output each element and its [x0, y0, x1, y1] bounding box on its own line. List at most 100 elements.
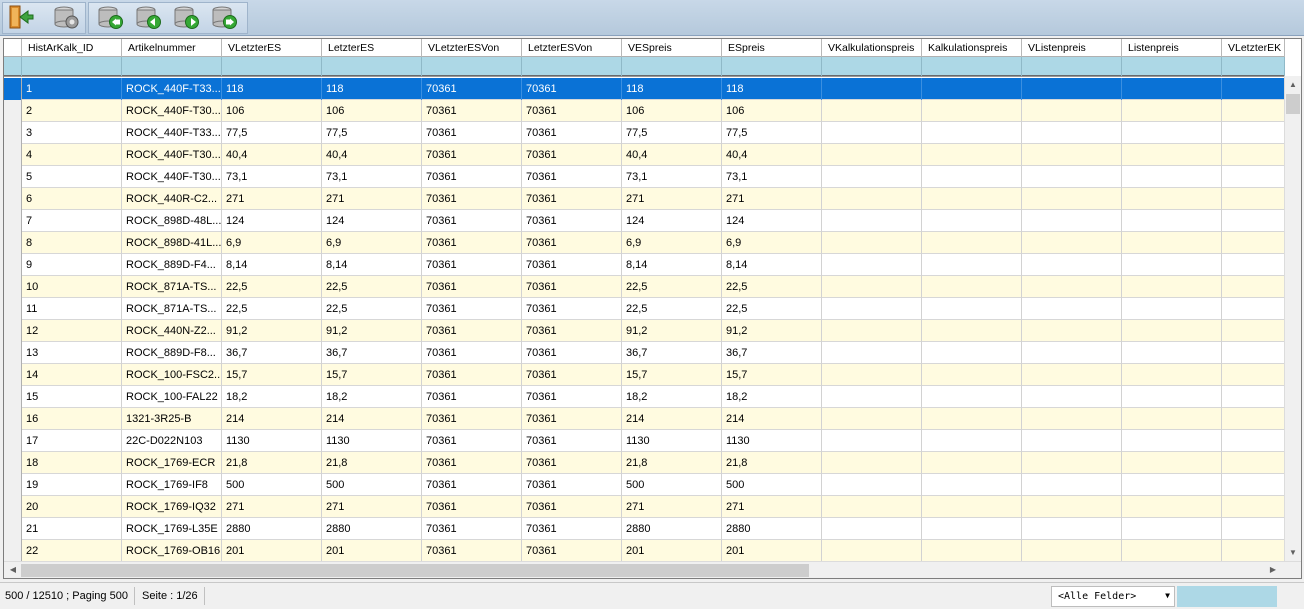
table-row[interactable]: 17 22C-D022N103 1130 1130 70361 70361 1130 1130	[4, 430, 1285, 452]
table-row[interactable]: 4 ROCK_440F-T30... 40,4 40,4 70361 70361 40,4 4…	[4, 144, 1285, 166]
table-cell[interactable]	[922, 342, 1022, 364]
filter-cell[interactable]	[1122, 57, 1222, 76]
table-cell[interactable]: 6,9	[222, 232, 322, 254]
table-cell[interactable]: 4	[22, 144, 122, 166]
column-header[interactable]: Artikelnummer	[122, 39, 222, 57]
row-indicator[interactable]	[4, 540, 22, 562]
field-select[interactable]: <Alle Felder> ▼	[1051, 586, 1175, 607]
table-cell[interactable]: 70361	[422, 100, 522, 122]
table-cell[interactable]: ROCK_1769-IF8	[122, 474, 222, 496]
table-cell[interactable]: 500	[722, 474, 822, 496]
table-cell[interactable]	[1122, 298, 1222, 320]
table-cell[interactable]: 70361	[522, 364, 622, 386]
table-cell[interactable]: 15,7	[222, 364, 322, 386]
table-cell[interactable]: 70361	[522, 78, 622, 100]
filter-cell[interactable]	[1222, 57, 1285, 76]
table-cell[interactable]: 70361	[522, 188, 622, 210]
table-cell[interactable]	[822, 210, 922, 232]
horizontal-scrollbar[interactable]: ◀ ▶	[4, 561, 1301, 578]
table-cell[interactable]: 70361	[422, 408, 522, 430]
table-cell[interactable]	[922, 78, 1022, 100]
table-cell[interactable]	[1222, 496, 1285, 518]
table-cell[interactable]	[922, 210, 1022, 232]
table-cell[interactable]: 15,7	[722, 364, 822, 386]
table-cell[interactable]: 22,5	[322, 276, 422, 298]
table-cell[interactable]	[1022, 320, 1122, 342]
row-indicator[interactable]	[4, 144, 22, 166]
table-cell[interactable]: 22,5	[222, 276, 322, 298]
table-cell[interactable]: 70361	[422, 364, 522, 386]
table-cell[interactable]: 124	[622, 210, 722, 232]
table-cell[interactable]: 8,14	[222, 254, 322, 276]
table-cell[interactable]	[822, 518, 922, 540]
horizontal-scroll-thumb[interactable]	[21, 564, 809, 577]
table-cell[interactable]	[922, 386, 1022, 408]
table-cell[interactable]: 106	[622, 100, 722, 122]
table-cell[interactable]	[822, 78, 922, 100]
table-cell[interactable]	[1122, 342, 1222, 364]
table-cell[interactable]	[922, 540, 1022, 562]
table-row[interactable]: 20 ROCK_1769-IQ32 271 271 70361 70361 271 271	[4, 496, 1285, 518]
table-cell[interactable]: 70361	[422, 122, 522, 144]
table-cell[interactable]	[1222, 430, 1285, 452]
table-cell[interactable]: 214	[622, 408, 722, 430]
table-cell[interactable]: 77,5	[322, 122, 422, 144]
table-cell[interactable]	[1122, 166, 1222, 188]
table-cell[interactable]	[822, 232, 922, 254]
table-cell[interactable]: 70361	[422, 276, 522, 298]
database-settings-button[interactable]	[52, 3, 80, 31]
table-cell[interactable]	[922, 122, 1022, 144]
table-cell[interactable]: 118	[222, 78, 322, 100]
table-row[interactable]: 16 1321-3R25-B 214 214 70361 70361 214 214	[4, 408, 1285, 430]
table-cell[interactable]: 40,4	[722, 144, 822, 166]
row-indicator[interactable]	[4, 364, 22, 386]
table-cell[interactable]	[1222, 364, 1285, 386]
row-indicator[interactable]	[4, 210, 22, 232]
table-cell[interactable]: ROCK_1769-OB16	[122, 540, 222, 562]
table-cell[interactable]: 70361	[422, 166, 522, 188]
row-indicator[interactable]	[4, 518, 22, 540]
table-cell[interactable]: 12	[22, 320, 122, 342]
table-cell[interactable]: 70361	[522, 210, 622, 232]
table-cell[interactable]: 70361	[522, 122, 622, 144]
table-cell[interactable]	[1122, 144, 1222, 166]
table-cell[interactable]	[1022, 188, 1122, 210]
next-page-button[interactable]	[172, 3, 200, 31]
table-cell[interactable]	[1222, 122, 1285, 144]
row-indicator[interactable]	[4, 452, 22, 474]
table-cell[interactable]: 271	[722, 496, 822, 518]
table-cell[interactable]: 11	[22, 298, 122, 320]
table-cell[interactable]	[822, 540, 922, 562]
row-indicator[interactable]	[4, 188, 22, 210]
table-cell[interactable]: 70361	[522, 276, 622, 298]
table-cell[interactable]	[822, 254, 922, 276]
column-header[interactable]: VLetzterEK	[1222, 39, 1285, 57]
table-cell[interactable]: 73,1	[722, 166, 822, 188]
table-cell[interactable]	[1122, 232, 1222, 254]
table-cell[interactable]: ROCK_440F-T33...	[122, 78, 222, 100]
table-cell[interactable]: ROCK_440R-C2...	[122, 188, 222, 210]
table-cell[interactable]: 1130	[322, 430, 422, 452]
table-cell[interactable]	[822, 386, 922, 408]
table-cell[interactable]: 9	[22, 254, 122, 276]
table-cell[interactable]	[1022, 254, 1122, 276]
table-cell[interactable]	[1222, 210, 1285, 232]
table-cell[interactable]: 70361	[522, 430, 622, 452]
table-row[interactable]: 21 ROCK_1769-L35E 2880 2880 70361 70361 2880 28…	[4, 518, 1285, 540]
table-cell[interactable]	[1022, 298, 1122, 320]
table-cell[interactable]: 8,14	[622, 254, 722, 276]
filter-cell[interactable]	[622, 57, 722, 76]
table-cell[interactable]	[922, 408, 1022, 430]
row-indicator[interactable]	[4, 232, 22, 254]
table-cell[interactable]: 1130	[622, 430, 722, 452]
table-row[interactable]: 22 ROCK_1769-OB16 201 201 70361 70361 201 201	[4, 540, 1285, 562]
table-cell[interactable]: 500	[622, 474, 722, 496]
table-cell[interactable]	[822, 122, 922, 144]
filter-cell[interactable]	[922, 57, 1022, 76]
table-cell[interactable]: 8,14	[322, 254, 422, 276]
column-header[interactable]: Kalkulationspreis	[922, 39, 1022, 57]
table-cell[interactable]	[922, 254, 1022, 276]
table-cell[interactable]: 91,2	[622, 320, 722, 342]
table-cell[interactable]	[1222, 100, 1285, 122]
table-cell[interactable]	[1222, 276, 1285, 298]
